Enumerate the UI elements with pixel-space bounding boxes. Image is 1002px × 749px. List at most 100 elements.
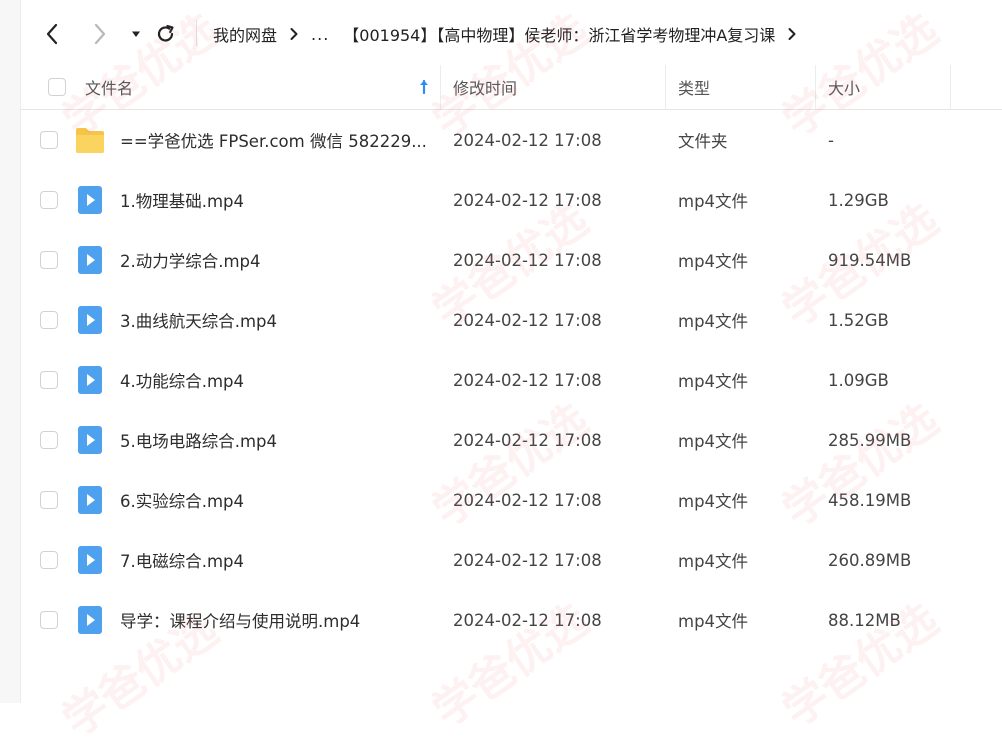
row-checkbox[interactable] [40,431,58,449]
breadcrumb-separator-icon [787,27,797,41]
file-modified: 2024-02-12 17:08 [453,490,602,510]
row-checkbox[interactable] [40,191,58,209]
table-row[interactable]: 6.实验综合.mp4 2024-02-12 17:08 mp4文件 458.19MB [20,470,1002,530]
table-row[interactable]: 1.物理基础.mp4 2024-02-12 17:08 mp4文件 1.29GB [20,170,1002,230]
refresh-button[interactable] [152,20,180,48]
breadcrumb: 我的网盘 ... 【001954】【高中物理】侯老师：浙江省学考物理冲A复习课 [213,20,809,48]
column-divider[interactable] [815,65,816,109]
file-modified: 2024-02-12 17:08 [453,370,602,390]
table-row[interactable]: 4.功能综合.mp4 2024-02-12 17:08 mp4文件 1.09GB [20,350,1002,410]
file-name[interactable]: 5.电场电路综合.mp4 [120,410,440,470]
chevron-left-icon [46,23,58,45]
file-icon-wrapper [75,306,105,334]
file-type: mp4文件 [678,432,749,451]
file-type: 文件夹 [678,132,728,151]
table-row[interactable]: 导学：课程介绍与使用说明.mp4 2024-02-12 17:08 mp4文件 88.… [20,590,1002,650]
file-name[interactable]: 1.物理基础.mp4 [120,170,440,230]
breadcrumb-current[interactable]: 【001954】【高中物理】侯老师：浙江省学考物理冲A复习课 [343,22,775,46]
breadcrumb-ellipsis[interactable]: ... [311,25,329,44]
file-size: - [828,130,834,150]
video-file-icon [78,606,102,634]
file-icon-wrapper [75,366,105,394]
left-sidebar-edge [0,0,21,703]
video-file-icon [78,546,102,574]
column-divider[interactable] [665,65,666,109]
file-name[interactable]: 4.功能综合.mp4 [120,350,440,410]
file-size: 1.52GB [828,310,889,330]
file-type: mp4文件 [678,552,749,571]
file-modified: 2024-02-12 17:08 [453,130,602,150]
refresh-icon [157,24,174,42]
file-name[interactable]: 6.实验综合.mp4 [120,470,440,530]
column-divider[interactable] [950,65,951,109]
video-file-icon [78,246,102,274]
file-type: mp4文件 [678,612,749,631]
video-file-icon [78,306,102,334]
file-type: mp4文件 [678,252,749,271]
file-type: mp4文件 [678,492,749,511]
file-type: mp4文件 [678,372,749,391]
table-row[interactable]: 7.电磁综合.mp4 2024-02-12 17:08 mp4文件 260.89MB [20,530,1002,590]
sort-ascending-icon[interactable] [418,78,430,96]
row-checkbox[interactable] [40,311,58,329]
file-size: 88.12MB [828,610,901,630]
file-icon-wrapper [75,426,105,454]
file-type: mp4文件 [678,192,749,211]
row-checkbox[interactable] [40,611,58,629]
history-dropdown-button[interactable] [122,20,150,48]
caret-down-icon [132,31,140,37]
nav-divider [196,20,197,46]
file-modified: 2024-02-12 17:08 [453,550,602,570]
select-all-checkbox[interactable] [48,65,66,109]
file-size: 260.89MB [828,550,912,570]
chevron-right-icon [94,23,106,45]
video-file-icon [78,426,102,454]
column-header-modified[interactable]: 修改时间 [453,65,517,109]
back-button[interactable] [38,20,66,48]
file-size: 458.19MB [828,490,912,510]
file-icon-wrapper [75,546,105,574]
folder-icon [76,128,104,153]
file-modified: 2024-02-12 17:08 [453,430,602,450]
video-file-icon [78,366,102,394]
file-icon-wrapper [75,126,105,154]
file-icon-wrapper [75,486,105,514]
file-table-header: 文件名 修改时间 类型 大小 [20,65,1002,110]
row-checkbox[interactable] [40,131,58,149]
file-name[interactable]: ==学爸优选 FPSer.com 微信 582229... [120,110,440,170]
file-icon-wrapper [75,246,105,274]
breadcrumb-root[interactable]: 我的网盘 [213,22,277,46]
table-row[interactable]: 5.电场电路综合.mp4 2024-02-12 17:08 mp4文件 285.99M… [20,410,1002,470]
video-file-icon [78,486,102,514]
row-checkbox[interactable] [40,491,58,509]
row-checkbox[interactable] [40,551,58,569]
table-row[interactable]: ==学爸优选 FPSer.com 微信 582229... 2024-02-12 … [20,110,1002,170]
column-header-type[interactable]: 类型 [678,65,710,109]
file-name[interactable]: 导学：课程介绍与使用说明.mp4 [120,590,440,650]
video-file-icon [78,186,102,214]
forward-button[interactable] [86,20,114,48]
row-checkbox[interactable] [40,371,58,389]
file-modified: 2024-02-12 17:08 [453,190,602,210]
file-name[interactable]: 2.动力学综合.mp4 [120,230,440,290]
column-header-size[interactable]: 大小 [828,65,860,109]
file-modified: 2024-02-12 17:08 [453,310,602,330]
checkbox[interactable] [48,78,66,96]
file-size: 285.99MB [828,430,912,450]
breadcrumb-separator-icon [289,27,299,41]
column-divider[interactable] [440,65,441,109]
navigation-bar: 我的网盘 ... 【001954】【高中物理】侯老师：浙江省学考物理冲A复习课 [20,0,1002,66]
file-type: mp4文件 [678,312,749,331]
table-row[interactable]: 2.动力学综合.mp4 2024-02-12 17:08 mp4文件 919.54MB [20,230,1002,290]
file-modified: 2024-02-12 17:08 [453,250,602,270]
file-name[interactable]: 7.电磁综合.mp4 [120,530,440,590]
file-size: 1.09GB [828,370,889,390]
column-header-name[interactable]: 文件名 [85,65,133,109]
file-name[interactable]: 3.曲线航天综合.mp4 [120,290,440,350]
file-icon-wrapper [75,606,105,634]
file-modified: 2024-02-12 17:08 [453,610,602,630]
row-checkbox[interactable] [40,251,58,269]
file-icon-wrapper [75,186,105,214]
file-size: 1.29GB [828,190,889,210]
table-row[interactable]: 3.曲线航天综合.mp4 2024-02-12 17:08 mp4文件 1.52GB [20,290,1002,350]
